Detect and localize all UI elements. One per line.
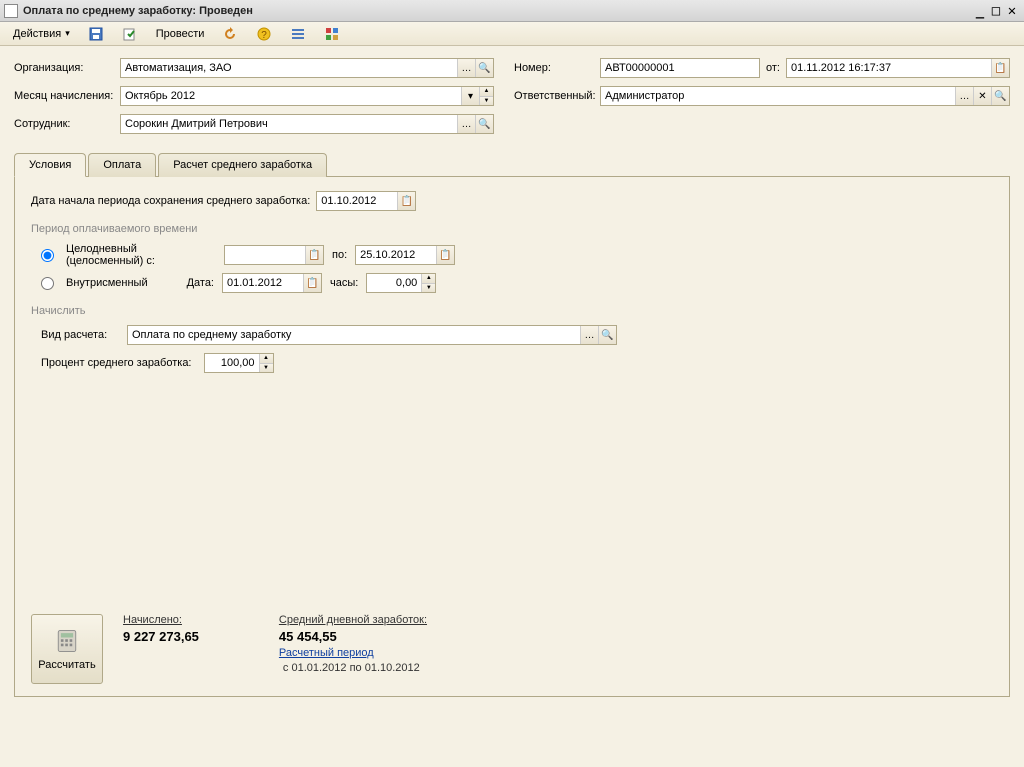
calc-type-label: Вид расчета: bbox=[41, 329, 121, 341]
resp-label: Ответственный: bbox=[514, 90, 594, 102]
percent-input[interactable] bbox=[205, 354, 259, 372]
calendar-icon[interactable]: 📋 bbox=[991, 59, 1009, 77]
toolbar: Действия Провести ? bbox=[0, 22, 1024, 46]
calc-type-search-icon[interactable]: 🔍 bbox=[598, 326, 616, 344]
accrued-label: Начислено: bbox=[123, 614, 199, 626]
employee-select-icon[interactable]: … bbox=[457, 115, 475, 133]
org-input[interactable] bbox=[121, 59, 457, 77]
to-label: по: bbox=[332, 249, 347, 261]
org-field[interactable]: … 🔍 bbox=[120, 58, 494, 78]
percent-label: Процент среднего заработка: bbox=[41, 357, 192, 369]
employee-search-icon[interactable]: 🔍 bbox=[475, 115, 493, 133]
settings-icon[interactable] bbox=[317, 23, 347, 45]
minimize-button[interactable]: _ bbox=[972, 3, 988, 19]
avg-label: Средний дневной заработок: bbox=[279, 614, 427, 626]
month-down-icon[interactable]: ▼ bbox=[479, 96, 493, 106]
org-search-icon[interactable]: 🔍 bbox=[475, 59, 493, 77]
save-icon[interactable] bbox=[81, 23, 111, 45]
full-from-calendar-icon[interactable]: 📋 bbox=[305, 246, 323, 264]
full-to-calendar-icon[interactable]: 📋 bbox=[436, 246, 454, 264]
number-input[interactable] bbox=[601, 59, 759, 77]
employee-label: Сотрудник: bbox=[14, 118, 114, 130]
radio-shift[interactable] bbox=[41, 277, 54, 290]
resp-input[interactable] bbox=[601, 87, 955, 105]
hours-label: часы: bbox=[330, 277, 358, 289]
tabs: Условия Оплата Расчет среднего заработка bbox=[14, 152, 1010, 177]
percent-down-icon[interactable]: ▼ bbox=[259, 363, 273, 373]
start-date-calendar-icon[interactable]: 📋 bbox=[397, 192, 415, 210]
resp-search-icon[interactable]: 🔍 bbox=[991, 87, 1009, 105]
radio-full-label: Целодневный (целосменный) с: bbox=[66, 243, 216, 267]
date-input[interactable] bbox=[787, 59, 991, 77]
employee-field[interactable]: … 🔍 bbox=[120, 114, 494, 134]
close-button[interactable]: ✕ bbox=[1004, 3, 1020, 19]
app-icon bbox=[4, 4, 18, 18]
refresh-icon[interactable] bbox=[215, 23, 245, 45]
month-dropdown-icon[interactable]: ▾ bbox=[461, 87, 479, 105]
period-link[interactable]: Расчетный период bbox=[279, 647, 427, 659]
hours-input[interactable] bbox=[367, 274, 421, 292]
tab-payment[interactable]: Оплата bbox=[88, 153, 156, 177]
content-area: Организация: … 🔍 Месяц начисления: ▾ ▲▼ … bbox=[0, 46, 1024, 709]
from-label: от: bbox=[766, 62, 780, 74]
titlebar: Оплата по среднему заработку: Проведен _… bbox=[0, 0, 1024, 22]
tab-body: Дата начала периода сохранения среднего … bbox=[14, 177, 1010, 697]
svg-text:?: ? bbox=[262, 30, 268, 41]
calc-type-field[interactable]: … 🔍 bbox=[127, 325, 617, 345]
resp-field[interactable]: … ✕ 🔍 bbox=[600, 86, 1010, 106]
post-icon[interactable] bbox=[115, 23, 145, 45]
full-from-input[interactable] bbox=[225, 246, 305, 264]
calc-type-input[interactable] bbox=[128, 326, 580, 344]
radio-shift-label: Внутрисменный bbox=[66, 277, 156, 289]
employee-input[interactable] bbox=[121, 115, 457, 133]
month-label: Месяц начисления: bbox=[14, 90, 114, 102]
calc-btn-label: Рассчитать bbox=[38, 659, 95, 671]
start-date-field[interactable]: 📋 bbox=[316, 191, 416, 211]
period-section-title: Период оплачиваемого времени bbox=[31, 223, 993, 235]
resp-clear-icon[interactable]: ✕ bbox=[973, 87, 991, 105]
full-to-input[interactable] bbox=[356, 246, 436, 264]
month-field[interactable]: ▾ ▲▼ bbox=[120, 86, 494, 106]
month-input[interactable] bbox=[121, 87, 461, 105]
shift-date-field[interactable]: 📋 bbox=[222, 273, 322, 293]
maximize-button[interactable]: □ bbox=[988, 3, 1004, 19]
org-select-icon[interactable]: … bbox=[457, 59, 475, 77]
percent-field[interactable]: ▲▼ bbox=[204, 353, 274, 373]
actions-menu[interactable]: Действия bbox=[6, 25, 77, 43]
date-field[interactable]: 📋 bbox=[786, 58, 1010, 78]
hours-down-icon[interactable]: ▼ bbox=[421, 283, 435, 293]
shift-date-label: Дата: bbox=[164, 277, 214, 289]
percent-up-icon[interactable]: ▲ bbox=[259, 354, 273, 363]
calculator-icon bbox=[53, 627, 81, 655]
tab-conditions[interactable]: Условия bbox=[14, 153, 86, 177]
full-to-field[interactable]: 📋 bbox=[355, 245, 455, 265]
post-button[interactable]: Провести bbox=[149, 25, 212, 43]
start-date-input[interactable] bbox=[317, 192, 397, 210]
post-label: Провести bbox=[156, 28, 205, 40]
help-icon[interactable]: ? bbox=[249, 23, 279, 45]
number-label: Номер: bbox=[514, 62, 594, 74]
hours-field[interactable]: ▲▼ bbox=[366, 273, 436, 293]
footer-summary: Рассчитать Начислено: 9 227 273,65 Средн… bbox=[31, 614, 993, 684]
org-label: Организация: bbox=[14, 62, 114, 74]
tab-average[interactable]: Расчет среднего заработка bbox=[158, 153, 327, 177]
month-up-icon[interactable]: ▲ bbox=[479, 87, 493, 96]
full-from-field[interactable]: 📋 bbox=[224, 245, 324, 265]
calculate-button[interactable]: Рассчитать bbox=[31, 614, 103, 684]
actions-label: Действия bbox=[13, 28, 61, 40]
resp-select-icon[interactable]: … bbox=[955, 87, 973, 105]
avg-value: 45 454,55 bbox=[279, 629, 427, 644]
hours-up-icon[interactable]: ▲ bbox=[421, 274, 435, 283]
period-text: с 01.01.2012 по 01.10.2012 bbox=[283, 662, 427, 674]
window-title: Оплата по среднему заработку: Проведен bbox=[23, 5, 972, 17]
shift-date-input[interactable] bbox=[223, 274, 303, 292]
accrued-value: 9 227 273,65 bbox=[123, 629, 199, 644]
calc-type-select-icon[interactable]: … bbox=[580, 326, 598, 344]
start-date-label: Дата начала периода сохранения среднего … bbox=[31, 195, 310, 207]
radio-full-day[interactable] bbox=[41, 249, 54, 262]
list-icon[interactable] bbox=[283, 23, 313, 45]
number-field[interactable] bbox=[600, 58, 760, 78]
shift-date-calendar-icon[interactable]: 📋 bbox=[303, 274, 321, 292]
accrue-section-title: Начислить bbox=[31, 305, 993, 317]
